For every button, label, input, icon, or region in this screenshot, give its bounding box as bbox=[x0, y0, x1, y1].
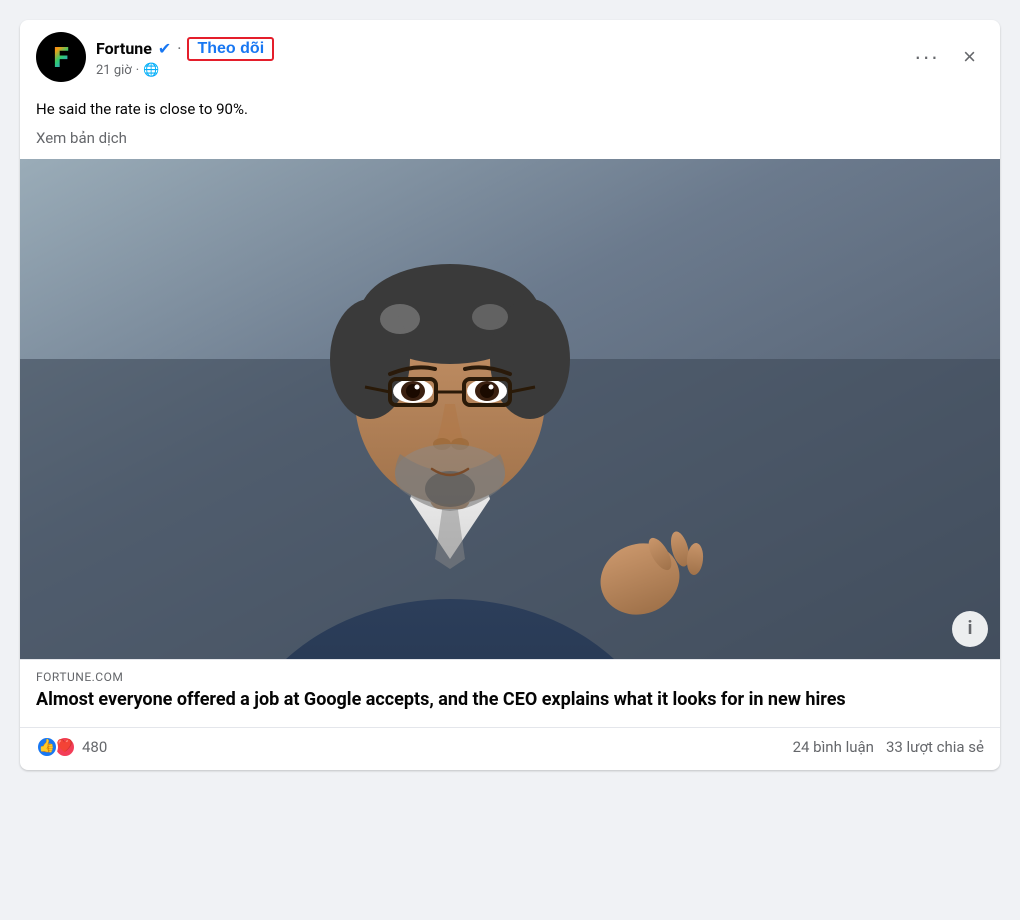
article-title[interactable]: Almost everyone offered a job at Google … bbox=[36, 688, 984, 723]
page-name[interactable]: Fortune bbox=[96, 39, 152, 58]
globe-icon: 🌐 bbox=[143, 63, 159, 78]
header-actions: ··· × bbox=[906, 40, 984, 74]
shares-count[interactable]: 33 lượt chia sẻ bbox=[886, 738, 984, 756]
thumbs-up-reaction: 👍 bbox=[36, 736, 58, 758]
post-time: 21 giờ bbox=[96, 63, 132, 78]
post-image: i bbox=[20, 159, 1000, 659]
reaction-icons: 👍 ❤️ bbox=[36, 736, 76, 758]
more-options-button[interactable]: ··· bbox=[906, 40, 947, 74]
page-avatar[interactable]: F bbox=[36, 32, 86, 82]
translate-link[interactable]: Xem bản dịch bbox=[20, 125, 1000, 159]
info-badge[interactable]: i bbox=[952, 611, 988, 647]
avatar-letter: F bbox=[53, 41, 68, 74]
dot-separator: · bbox=[177, 39, 181, 58]
post-image-container: i bbox=[20, 159, 1000, 659]
post-footer: 👍 ❤️ 480 24 bình luận 33 lượt chia sẻ bbox=[20, 727, 1000, 770]
verified-icon: ✔ bbox=[158, 39, 171, 58]
name-row: Fortune ✔ · Theo dõi bbox=[96, 37, 906, 61]
comments-count[interactable]: 24 bình luận bbox=[793, 738, 874, 756]
post-header: F Fortune ✔ · Theo dõi 21 giờ · 🌐 ··· × bbox=[20, 20, 1000, 90]
post-card: F Fortune ✔ · Theo dõi 21 giờ · 🌐 ··· × … bbox=[20, 20, 1000, 770]
dot-meta: · bbox=[136, 63, 139, 78]
post-text: He said the rate is close to 90%. bbox=[20, 90, 1000, 125]
close-button[interactable]: × bbox=[955, 40, 984, 74]
article-image-svg bbox=[20, 159, 1000, 659]
article-meta: FORTUNE.COM Almost everyone offered a jo… bbox=[20, 659, 1000, 727]
reaction-count[interactable]: 480 bbox=[82, 738, 107, 756]
post-stats: 24 bình luận 33 lượt chia sẻ bbox=[793, 738, 984, 756]
header-info: Fortune ✔ · Theo dõi 21 giờ · 🌐 bbox=[96, 37, 906, 78]
source-url: FORTUNE.COM bbox=[36, 670, 984, 684]
follow-button[interactable]: Theo dõi bbox=[187, 37, 274, 61]
meta-row: 21 giờ · 🌐 bbox=[96, 63, 906, 78]
reactions-section: 👍 ❤️ 480 bbox=[36, 736, 107, 758]
